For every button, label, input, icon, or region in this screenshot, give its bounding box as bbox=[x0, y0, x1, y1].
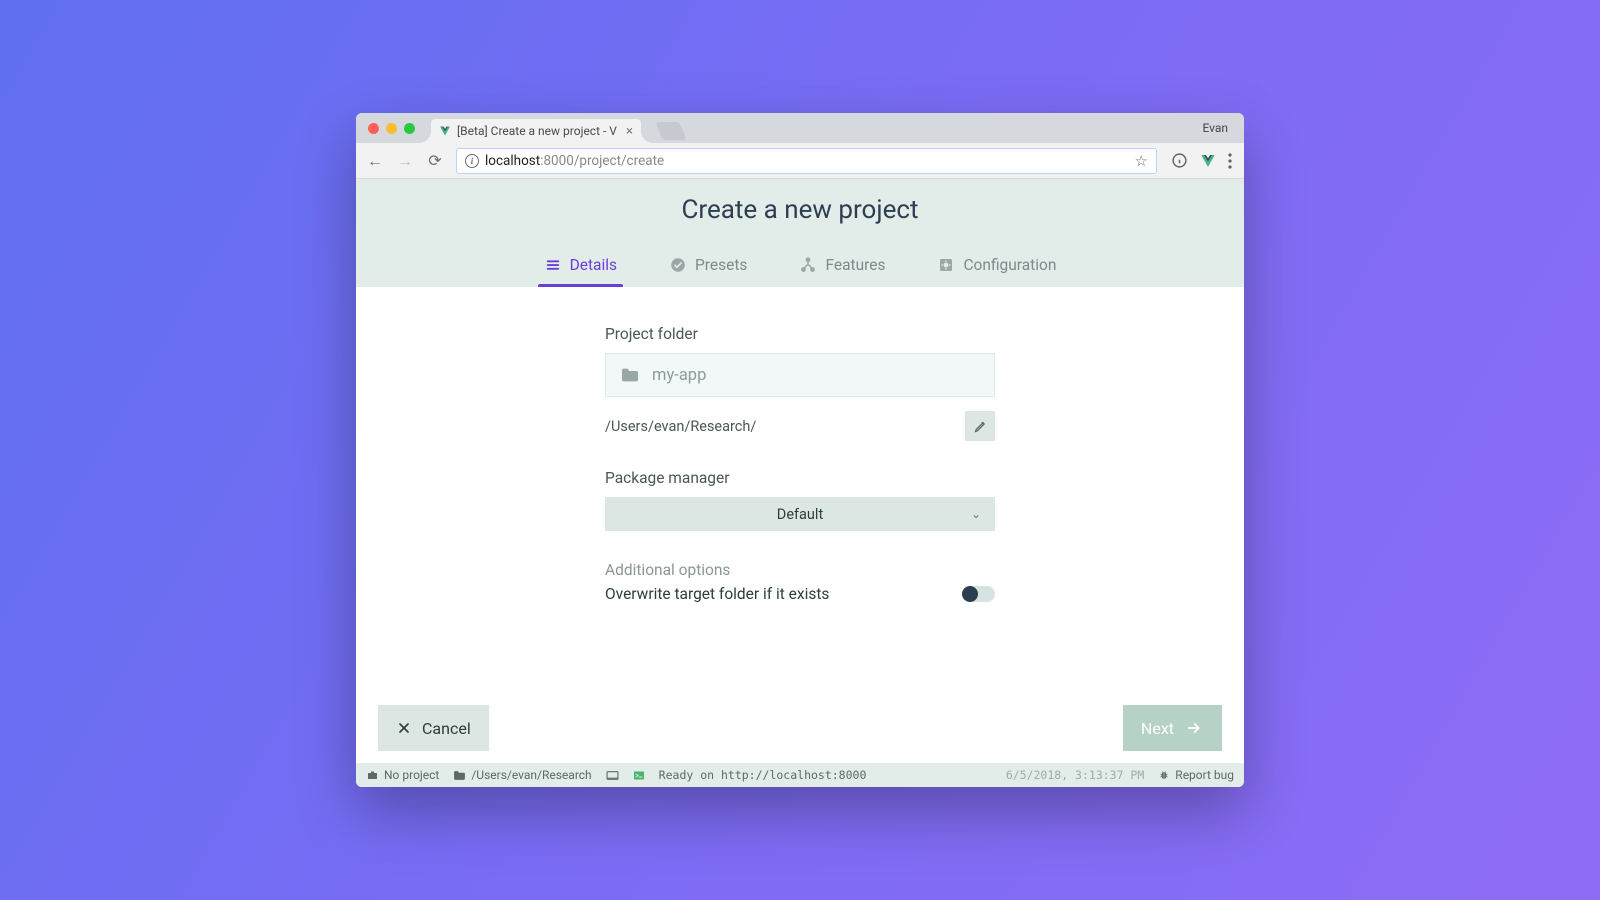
toggle-knob bbox=[962, 586, 978, 602]
tree-icon bbox=[799, 256, 817, 274]
report-bug-label: Report bug bbox=[1175, 768, 1234, 782]
folder-icon bbox=[620, 367, 640, 383]
arrow-right-icon bbox=[1184, 720, 1204, 736]
cancel-label: Cancel bbox=[422, 719, 471, 738]
folder-icon bbox=[453, 770, 466, 781]
project-folder-input[interactable]: my-app bbox=[605, 353, 995, 397]
window-maximize-button[interactable] bbox=[404, 123, 415, 134]
edit-path-button[interactable] bbox=[965, 411, 995, 441]
status-cwd[interactable]: /Users/evan/Research bbox=[453, 768, 591, 782]
overwrite-toggle[interactable] bbox=[965, 586, 995, 602]
project-folder-placeholder: my-app bbox=[652, 366, 706, 385]
tab-presets[interactable]: Presets bbox=[663, 243, 753, 287]
status-project[interactable]: No project bbox=[366, 768, 439, 782]
tab-label: Features bbox=[825, 256, 885, 274]
log-icon bbox=[606, 770, 619, 781]
additional-options-label: Additional options bbox=[605, 561, 995, 579]
tab-details[interactable]: Details bbox=[538, 243, 623, 287]
chevron-down-icon: ⌄ bbox=[971, 507, 981, 521]
status-project-text: No project bbox=[384, 768, 439, 782]
briefcase-icon bbox=[366, 769, 379, 781]
window-minimize-button[interactable] bbox=[386, 123, 397, 134]
overwrite-option-label: Overwrite target folder if it exists bbox=[605, 585, 829, 603]
close-icon bbox=[396, 720, 412, 736]
terminal-icon bbox=[633, 770, 645, 781]
package-manager-select[interactable]: Default ⌄ bbox=[605, 497, 995, 531]
browser-tabstrip: [Beta] Create a new project - V × Evan bbox=[356, 113, 1244, 143]
tab-label: Presets bbox=[695, 256, 747, 274]
pencil-icon bbox=[973, 419, 988, 434]
report-bug-button[interactable]: Report bug bbox=[1158, 768, 1234, 782]
vue-icon bbox=[439, 125, 451, 137]
cancel-button[interactable]: Cancel bbox=[378, 705, 489, 751]
project-folder-label: Project folder bbox=[605, 325, 995, 343]
window-close-button[interactable] bbox=[368, 123, 379, 134]
reload-icon[interactable]: ⟳ bbox=[426, 151, 444, 170]
bookmark-star-icon[interactable]: ☆ bbox=[1135, 152, 1148, 170]
status-log[interactable] bbox=[606, 770, 619, 781]
back-icon[interactable]: ← bbox=[366, 151, 384, 171]
next-label: Next bbox=[1141, 719, 1174, 738]
action-bar: Cancel Next bbox=[356, 693, 1244, 763]
wizard-tabs: Details Presets Features bbox=[356, 243, 1244, 287]
status-timestamp: 6/5/2018, 3:13:37 PM bbox=[1006, 768, 1144, 782]
check-circle-icon bbox=[669, 256, 687, 274]
browser-profile-name[interactable]: Evan bbox=[1202, 121, 1228, 135]
tab-configuration[interactable]: Configuration bbox=[931, 243, 1062, 287]
kebab-menu-icon[interactable] bbox=[1228, 153, 1232, 169]
status-cwd-text: /Users/evan/Research bbox=[471, 768, 591, 782]
tab-features[interactable]: Features bbox=[793, 243, 891, 287]
forward-icon[interactable]: → bbox=[396, 151, 414, 171]
new-tab-button[interactable] bbox=[655, 122, 686, 140]
window-controls bbox=[364, 113, 421, 143]
package-manager-value: Default bbox=[777, 506, 823, 523]
browser-tab[interactable]: [Beta] Create a new project - V × bbox=[431, 119, 641, 143]
tab-label: Details bbox=[570, 256, 617, 274]
project-path: /Users/evan/Research/ bbox=[605, 418, 756, 435]
status-ready-text: Ready on http://localhost:8000 bbox=[659, 768, 867, 782]
package-manager-label: Package manager bbox=[605, 469, 995, 487]
close-icon[interactable]: × bbox=[626, 124, 633, 139]
vue-extension-icon[interactable] bbox=[1200, 153, 1216, 169]
next-button[interactable]: Next bbox=[1123, 705, 1222, 751]
bug-icon bbox=[1158, 769, 1170, 781]
address-bar[interactable]: i localhost:8000/project/create ☆ bbox=[456, 148, 1157, 174]
list-icon bbox=[544, 256, 562, 274]
gear-icon bbox=[937, 256, 955, 274]
browser-tab-title: [Beta] Create a new project - V bbox=[457, 124, 617, 138]
page-content: Create a new project Details Presets bbox=[356, 179, 1244, 787]
url-text: localhost:8000/project/create bbox=[485, 153, 664, 169]
toolbar-right-icons bbox=[1169, 152, 1234, 169]
tab-label: Configuration bbox=[963, 256, 1056, 274]
page-title: Create a new project bbox=[356, 195, 1244, 243]
info-circle-icon[interactable] bbox=[1171, 152, 1188, 169]
browser-toolbar: ← → ⟳ i localhost:8000/project/create ☆ bbox=[356, 143, 1244, 179]
form-area: Project folder my-app /Users/evan/Resear… bbox=[356, 287, 1244, 693]
site-info-icon[interactable]: i bbox=[465, 154, 479, 168]
browser-window: [Beta] Create a new project - V × Evan ←… bbox=[356, 113, 1244, 787]
status-terminal[interactable] bbox=[633, 770, 645, 781]
page-header: Create a new project Details Presets bbox=[356, 179, 1244, 287]
status-bar: No project /Users/evan/Research Ready on… bbox=[356, 763, 1244, 787]
